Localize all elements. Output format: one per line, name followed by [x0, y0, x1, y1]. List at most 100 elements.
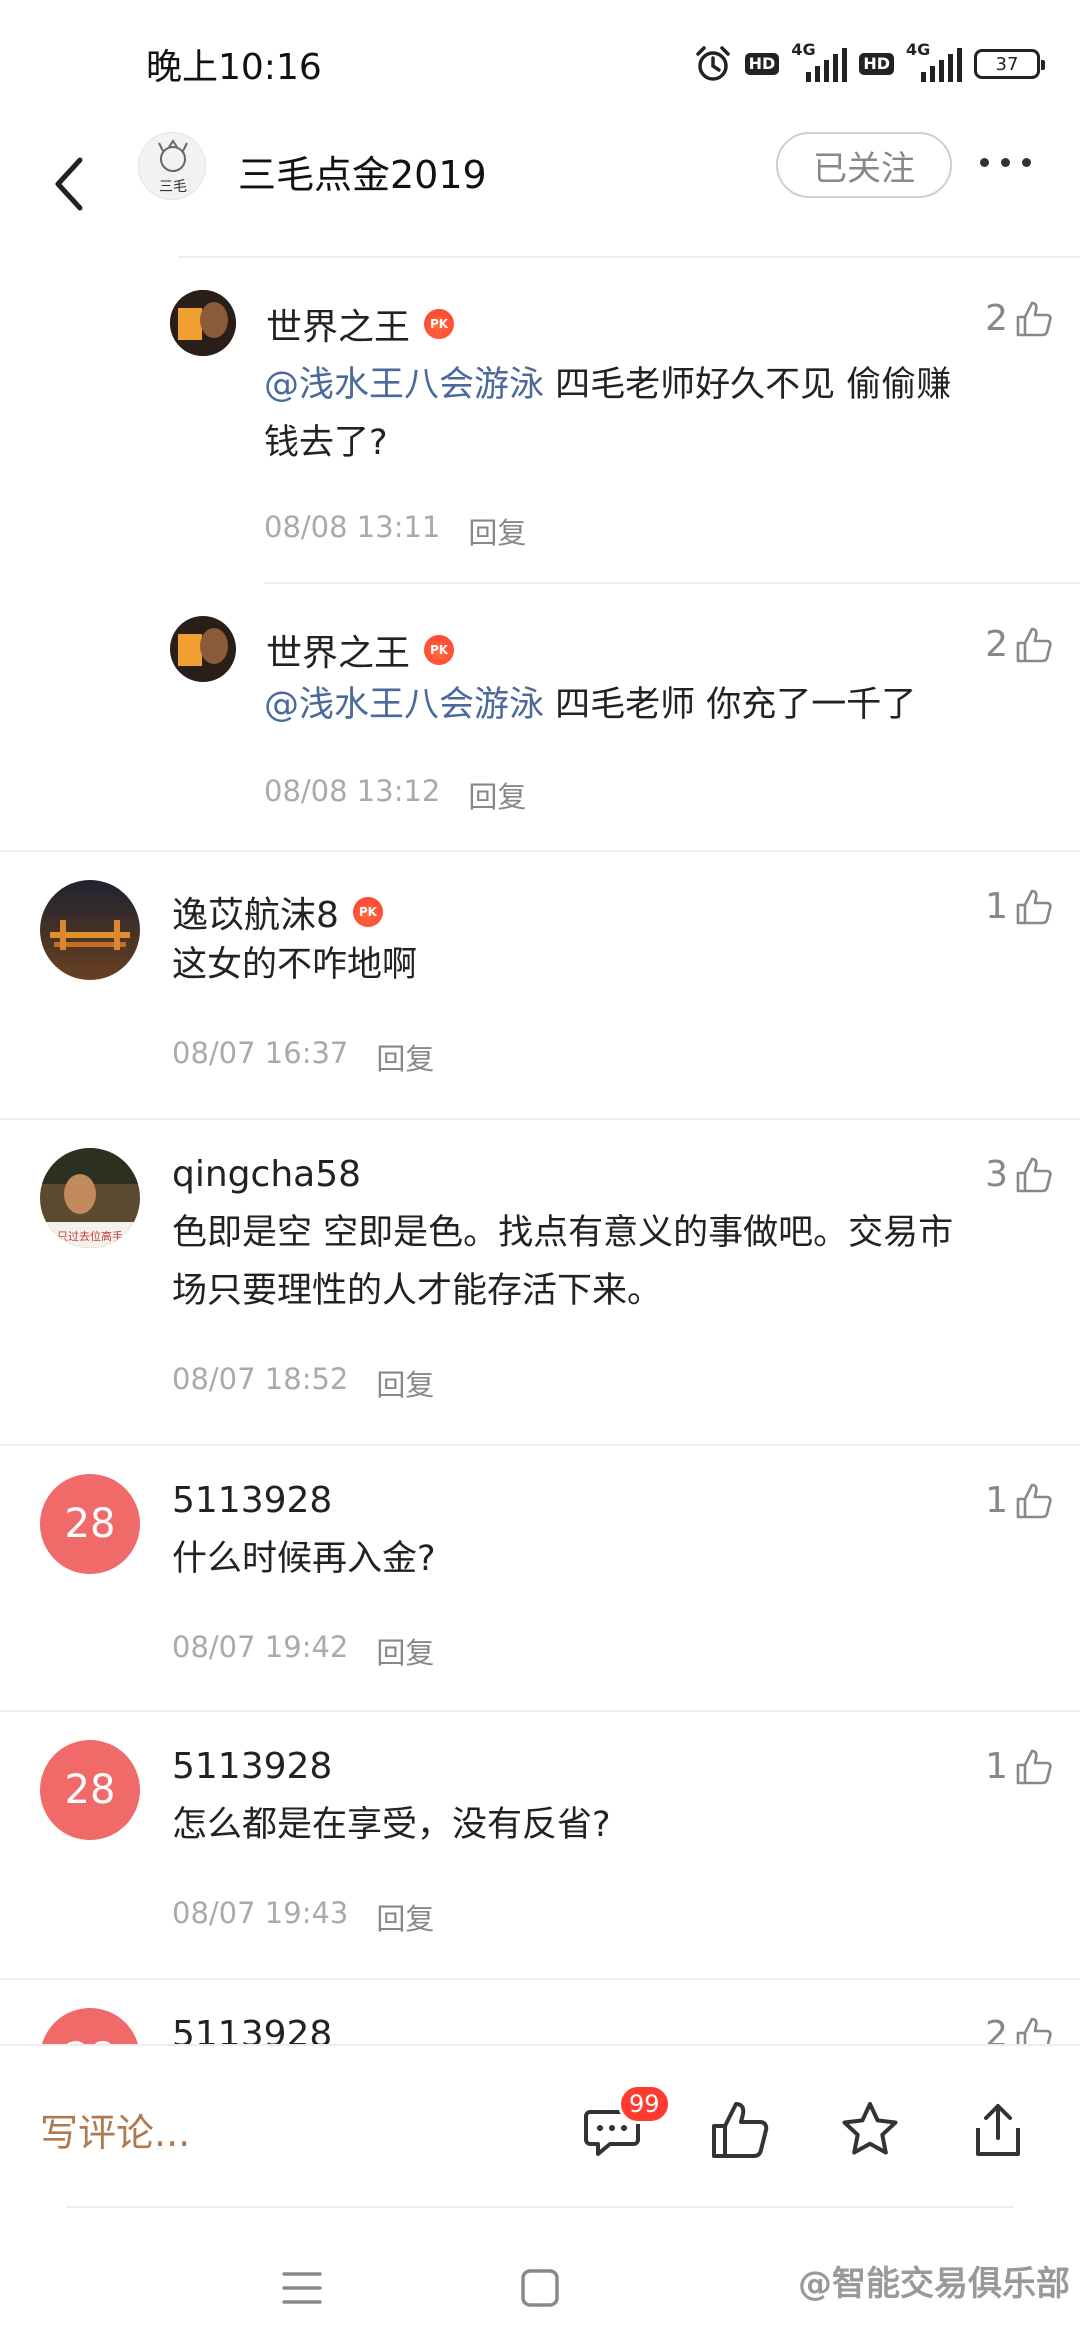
avatar[interactable]	[40, 880, 140, 980]
account-avatar[interactable]: 三毛	[138, 132, 206, 200]
like-count: 1	[985, 886, 1008, 927]
account-logo-icon: 三毛	[158, 139, 188, 195]
comment-time: 08/08 13:11	[264, 510, 441, 544]
signal-icon: 4G	[791, 40, 848, 82]
like-count: 1	[985, 1480, 1008, 1521]
comment-author[interactable]: 逸苡航沫8 PK	[172, 886, 383, 938]
like-button[interactable]: 3	[985, 1154, 1054, 1195]
user-avatar-image	[170, 290, 236, 356]
reply-button[interactable]: 回复	[376, 1630, 434, 1672]
reply-button[interactable]: 回复	[376, 1036, 434, 1078]
comment-text-line: 场只要理性的人才能存活下来。	[172, 1271, 663, 1311]
comment-text-line: 这女的不咋地啊	[172, 945, 418, 985]
user-avatar-image: 只过去位高手	[40, 1148, 140, 1248]
like-count: 2	[985, 2014, 1008, 2046]
comment-meta: 08/07 18:52 回复	[172, 1362, 434, 1404]
author-name[interactable]: qingcha58	[172, 1154, 361, 1195]
avatar[interactable]	[170, 290, 236, 356]
avatar[interactable]: 28	[40, 1740, 140, 1840]
svg-text:三毛: 三毛	[159, 179, 187, 195]
divider	[0, 1978, 1080, 1980]
hd-badge-2: HD	[859, 53, 894, 75]
mention-link[interactable]: @浅水王八会游泳	[264, 365, 544, 405]
comment-text-line: 怎么都是在享受，没有反省?	[172, 1805, 611, 1845]
bottom-action-bar: 写评论... 99	[0, 2044, 1080, 2212]
avatar-caption: 只过去位高手	[57, 1229, 123, 1243]
comment-list: 世界之王 PK 2 @浅水王八会游泳 四毛老师好久不见 偷偷赚 钱去了? 08/…	[0, 256, 1080, 2046]
home-icon[interactable]	[520, 2268, 560, 2308]
comment-meta: 08/07 19:42 回复	[172, 1630, 434, 1672]
more-icon[interactable]	[980, 158, 1031, 167]
pk-badge-icon: PK	[424, 309, 455, 339]
menu-icon[interactable]	[282, 2270, 322, 2306]
like-button[interactable]: 1	[985, 1480, 1054, 1521]
star-icon[interactable]	[838, 2098, 902, 2162]
like-button[interactable]: 2	[985, 298, 1054, 339]
reply-button[interactable]: 回复	[376, 1896, 434, 1938]
comment-author[interactable]: 5113928	[172, 2014, 332, 2046]
comment-author[interactable]: qingcha58	[172, 1154, 361, 1195]
comment-meta: 08/08 13:11 回复	[264, 510, 526, 552]
back-icon[interactable]	[44, 144, 96, 224]
author-name[interactable]: 5113928	[172, 2014, 332, 2046]
thumb-up-icon	[1016, 2017, 1052, 2046]
thumb-up-icon	[1016, 1157, 1052, 1192]
author-name[interactable]: 世界之王	[266, 624, 410, 676]
like-count: 2	[985, 298, 1008, 339]
avatar[interactable]: 只过去位高手	[40, 1148, 140, 1248]
thumb-up-icon	[1016, 301, 1052, 336]
signal-icon-2: 4G	[906, 40, 962, 82]
comment-meta: 08/08 13:12 回复	[264, 774, 526, 816]
comment-time: 08/07 18:52	[172, 1362, 349, 1396]
reply-button[interactable]: 回复	[376, 1362, 434, 1404]
thumb-up-icon	[1016, 627, 1052, 662]
author-name[interactable]: 世界之王	[266, 298, 410, 350]
user-avatar-image	[40, 880, 140, 980]
battery-level: 37	[995, 53, 1019, 75]
pk-badge-icon: PK	[424, 635, 455, 665]
watermark: @智能交易俱乐部	[798, 2264, 1070, 2304]
reply-button[interactable]: 回复	[468, 510, 526, 552]
like-button[interactable]: 2	[985, 624, 1054, 665]
share-icon[interactable]	[966, 2098, 1030, 2162]
like-count: 3	[985, 1154, 1008, 1195]
thumb-up-icon[interactable]	[708, 2098, 772, 2162]
divider	[0, 850, 1080, 852]
status-bar: 晚上10:16 HD 4G HD 4G 37	[0, 0, 1080, 120]
divider	[0, 1710, 1080, 1712]
avatar[interactable]: 28	[40, 2008, 140, 2046]
like-count: 1	[985, 1746, 1008, 1787]
follow-button[interactable]: 已关注	[776, 132, 952, 198]
write-comment-input[interactable]: 写评论...	[40, 2102, 190, 2157]
comment-text: 什么时候再入金?	[172, 1530, 436, 1588]
nav-bar: 三毛 三毛点金2019 已关注	[0, 120, 1080, 254]
comment-meta: 08/07 19:43 回复	[172, 1896, 434, 1938]
comment-text-line: 四毛老师好久不见 偷偷赚	[544, 365, 952, 405]
hd-badge: HD	[744, 53, 780, 75]
comment-count-badge: 99	[618, 2084, 671, 2124]
author-name[interactable]: 5113928	[172, 1480, 332, 1521]
comment-time: 08/07 19:43	[172, 1896, 349, 1930]
comment-author[interactable]: 世界之王 PK	[266, 298, 455, 350]
comment-text: 这女的不咋地啊	[172, 936, 417, 994]
status-time: 晚上10:16	[146, 47, 322, 88]
like-button[interactable]: 1	[985, 1746, 1054, 1787]
comment-text: @浅水王八会游泳 四毛老师 你充了一千了	[264, 676, 916, 734]
mention-link[interactable]: @浅水王八会游泳	[264, 685, 544, 725]
user-avatar-image	[170, 616, 236, 682]
comment-author[interactable]: 5113928	[172, 1746, 332, 1787]
author-name[interactable]: 5113928	[172, 1746, 332, 1787]
status-icons: HD 4G HD 4G 37	[693, 40, 1045, 88]
like-button[interactable]: 2	[985, 2014, 1054, 2046]
avatar[interactable]: 28	[40, 1474, 140, 1574]
comment-text-line: 四毛老师 你充了一千了	[544, 685, 917, 725]
like-button[interactable]: 1	[985, 886, 1054, 927]
avatar[interactable]	[170, 616, 236, 682]
comment-time: 08/08 13:12	[264, 774, 441, 808]
like-count: 2	[985, 624, 1008, 665]
comment-author[interactable]: 5113928	[172, 1480, 332, 1521]
author-name[interactable]: 逸苡航沫8	[172, 886, 339, 938]
comment-author[interactable]: 世界之王 PK	[266, 624, 455, 676]
reply-button[interactable]: 回复	[468, 774, 526, 816]
comment-text-line: 色即是空 空即是色。找点有意义的事做吧。交易市	[172, 1213, 954, 1253]
